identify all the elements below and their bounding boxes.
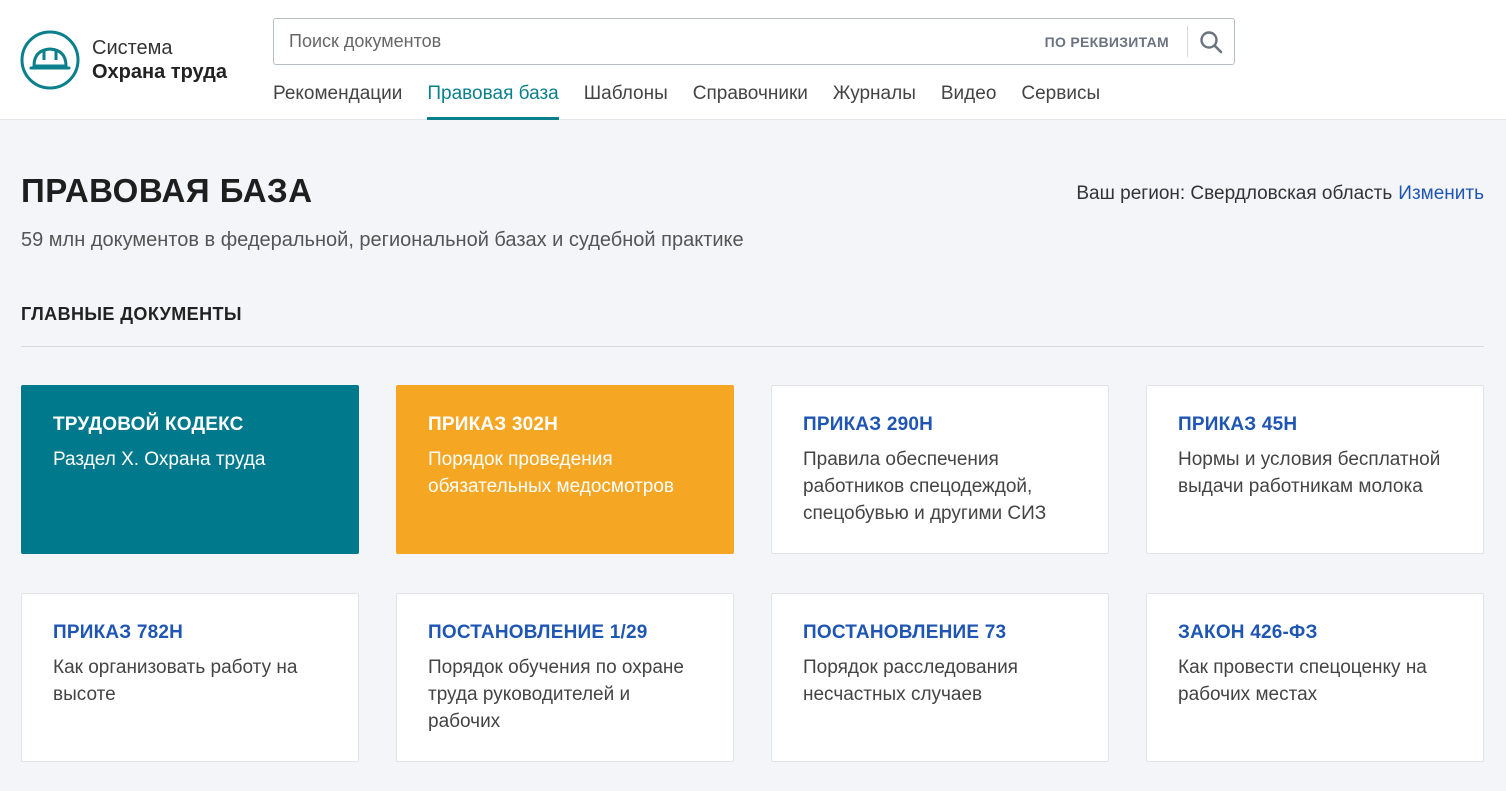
doc-card-title: ПРИКАЗ 45Н — [1178, 414, 1298, 435]
doc-card-description: Порядок обучения по охране труда руковод… — [428, 657, 684, 732]
nav-item-video[interactable]: Видео — [941, 80, 997, 120]
doc-card-title: ПОСТАНОВЛЕНИЕ 1/29 — [428, 622, 648, 643]
doc-card-order-290n[interactable]: ПРИКАЗ 290Н Правила обеспечения работник… — [771, 385, 1109, 554]
search-button[interactable] — [1188, 19, 1234, 64]
section-divider — [21, 346, 1484, 347]
doc-card-resolution-73[interactable]: ПОСТАНОВЛЕНИЕ 73 Порядок расследования н… — [771, 593, 1109, 762]
doc-card-order-302n[interactable]: ПРИКАЗ 302Н Порядок проведения обязатель… — [396, 385, 734, 554]
hard-hat-logo-icon — [20, 30, 80, 90]
region-change-link[interactable]: Изменить — [1398, 183, 1484, 204]
doc-card-description: Как организовать работу на высоте — [53, 657, 298, 705]
search-input[interactable] — [274, 19, 1027, 64]
page-subtitle: 59 млн документов в федеральной, региона… — [21, 229, 744, 251]
doc-card-resolution-1-29[interactable]: ПОСТАНОВЛЕНИЕ 1/29 Порядок обучения по о… — [396, 593, 734, 762]
doc-card-description: Порядок проведения обязательных медосмот… — [428, 449, 675, 497]
doc-card-description: Правила обеспечения работников спецодежд… — [803, 449, 1047, 524]
main-nav: Рекомендации Правовая база Шаблоны Справ… — [273, 80, 1125, 120]
doc-card-title: ПРИКАЗ 290Н — [803, 414, 934, 435]
doc-card-law-426-fz[interactable]: ЗАКОН 426-ФЗ Как провести спецоценку на … — [1146, 593, 1484, 762]
site-header: Система Охрана труда ПО РЕКВИЗИТАМ Реком… — [0, 0, 1506, 120]
search-by-requisites-button[interactable]: ПО РЕКВИЗИТАМ — [1027, 34, 1187, 50]
doc-card-order-782n[interactable]: ПРИКАЗ 782Н Как организовать работу на в… — [21, 593, 359, 762]
page-title: ПРАВОВАЯ БАЗА — [21, 172, 313, 209]
nav-item-services[interactable]: Сервисы — [1021, 80, 1100, 120]
search-icon — [1200, 30, 1223, 53]
logo-line-1: Система — [92, 37, 173, 59]
search-bar: ПО РЕКВИЗИТАМ — [273, 18, 1235, 65]
doc-card-title: ЗАКОН 426-ФЗ — [1178, 622, 1318, 643]
doc-card-labor-code[interactable]: ТРУДОВОЙ КОДЕКС Раздел X. Охрана труда — [21, 385, 359, 554]
doc-card-description: Нормы и условия бесплатной выдачи работн… — [1178, 449, 1441, 497]
section-title: ГЛАВНЫЕ ДОКУМЕНТЫ — [21, 304, 242, 324]
doc-card-title: ПОСТАНОВЛЕНИЕ 73 — [803, 622, 1007, 643]
doc-card-order-45n[interactable]: ПРИКАЗ 45Н Нормы и условия бесплатной вы… — [1146, 385, 1484, 554]
doc-card-description: Порядок расследования несчастных случаев — [803, 657, 1018, 705]
region-selector: Ваш регион: Свердловская область Изменить — [1076, 183, 1484, 205]
nav-item-recommendations[interactable]: Рекомендации — [273, 80, 402, 120]
logo-text: Система Охрана труда — [92, 36, 227, 84]
logo-line-2: Охрана труда — [92, 61, 227, 83]
doc-card-description: Как провести спецоценку на рабочих места… — [1178, 657, 1427, 705]
doc-card-title: ТРУДОВОЙ КОДЕКС — [53, 414, 244, 435]
nav-item-journals[interactable]: Журналы — [833, 80, 916, 120]
region-label: Ваш регион: Свердловская область — [1076, 183, 1393, 204]
logo[interactable]: Система Охрана труда — [20, 30, 250, 90]
nav-item-legal-base[interactable]: Правовая база — [427, 80, 560, 120]
doc-card-title: ПРИКАЗ 782Н — [53, 622, 184, 643]
doc-card-title: ПРИКАЗ 302Н — [428, 414, 559, 435]
doc-card-description: Раздел X. Охрана труда — [53, 449, 266, 470]
nav-item-references[interactable]: Справочники — [693, 80, 808, 120]
nav-item-templates[interactable]: Шаблоны — [584, 80, 668, 120]
